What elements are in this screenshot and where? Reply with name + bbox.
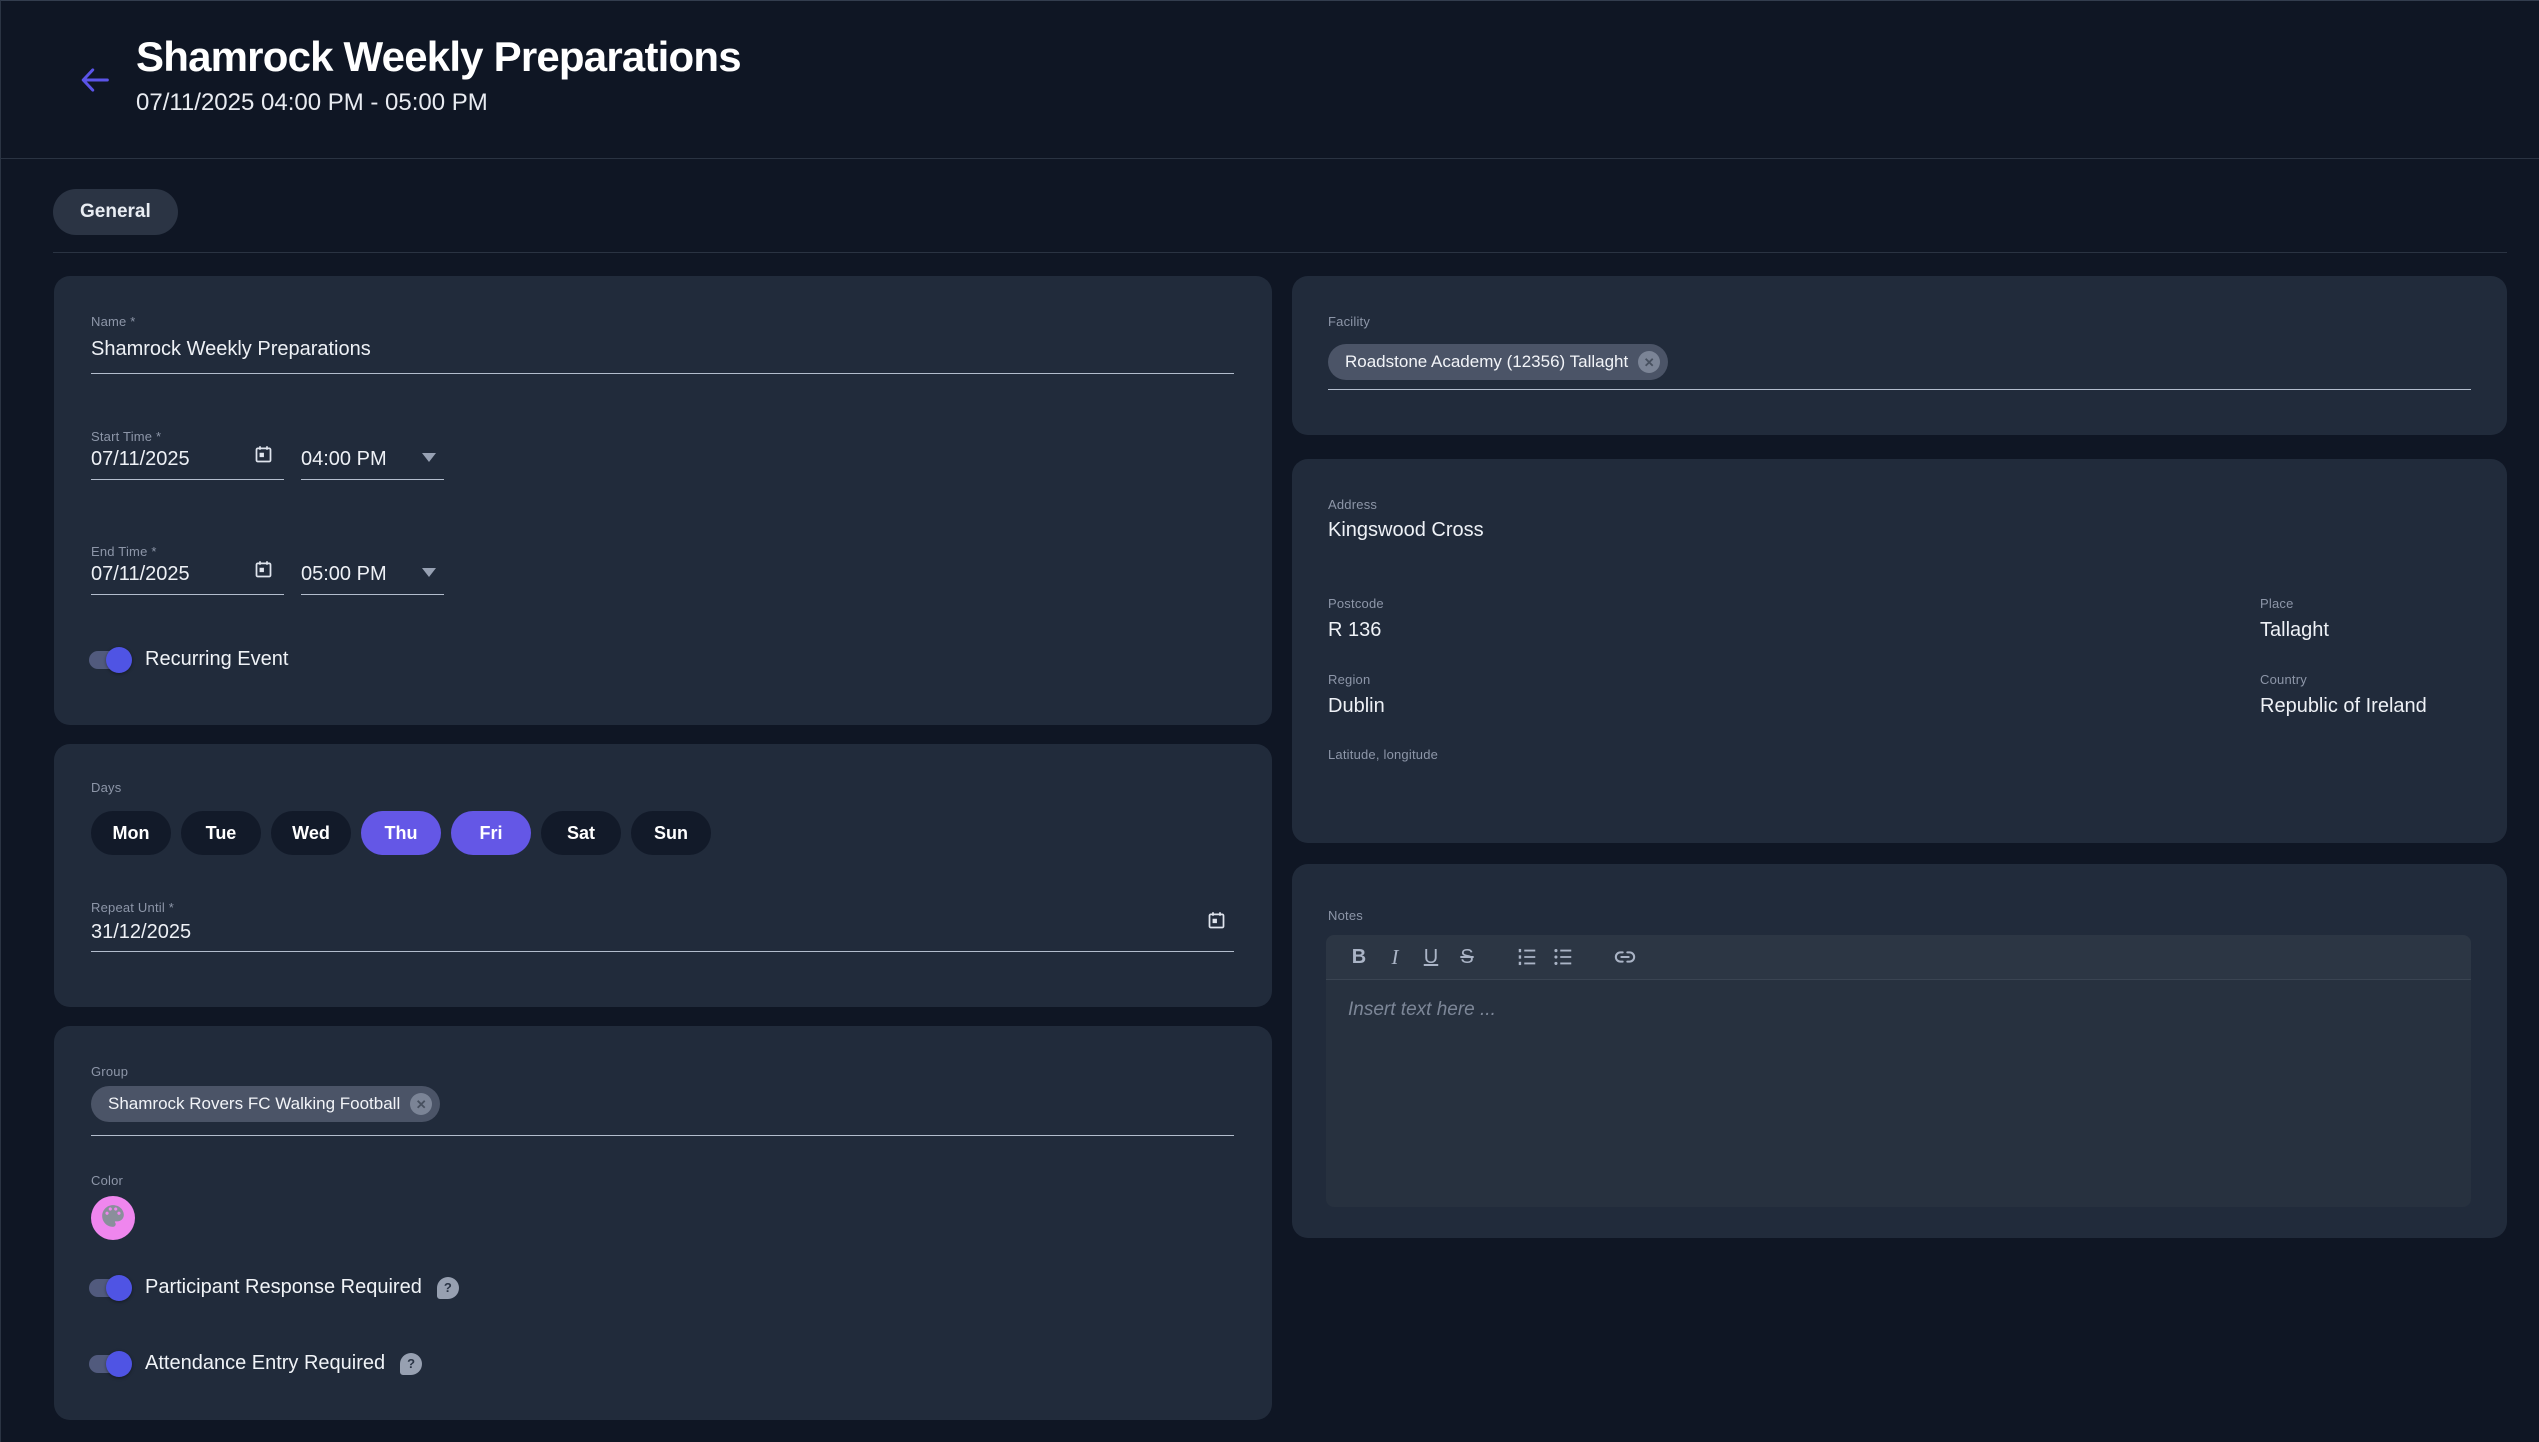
day-chip-thu[interactable]: Thu <box>361 811 441 855</box>
recurring-event-row: Recurring Event <box>89 648 288 671</box>
attendance-entry-label: Attendance Entry Required <box>145 1352 385 1375</box>
color-swatch[interactable] <box>91 1196 135 1240</box>
name-label: Name * <box>91 314 136 329</box>
region-label: Region <box>1328 672 1370 687</box>
day-chip-mon[interactable]: Mon <box>91 811 171 855</box>
general-card: Name * Shamrock Weekly Preparations Star… <box>54 276 1272 725</box>
days-card: Days Mon Tue Wed Thu Fri Sat Sun Repeat … <box>54 744 1272 1007</box>
chevron-down-icon[interactable] <box>422 568 436 577</box>
name-input[interactable]: Shamrock Weekly Preparations <box>91 338 371 361</box>
end-time-underline <box>301 594 444 595</box>
repeat-until-underline <box>91 951 1234 952</box>
latitude-longitude-label: Latitude, longitude <box>1328 747 1438 762</box>
days-label: Days <box>91 780 121 795</box>
days-row: Mon Tue Wed Thu Fri Sat Sun <box>91 811 711 855</box>
toggle-knob <box>106 647 132 673</box>
strikethrough-button[interactable]: S <box>1456 945 1478 969</box>
start-time-input[interactable]: 04:00 PM <box>301 448 387 471</box>
postcode-label: Postcode <box>1328 596 1384 611</box>
participant-response-row: Participant Response Required ? <box>89 1276 459 1299</box>
bold-button[interactable]: B <box>1348 945 1370 969</box>
header: Shamrock Weekly Preparations 07/11/2025 … <box>1 1 2539 159</box>
title-block: Shamrock Weekly Preparations 07/11/2025 … <box>136 31 741 118</box>
start-time-underline <box>301 479 444 480</box>
back-button[interactable] <box>73 59 117 103</box>
x-circle-icon[interactable]: ✕ <box>1638 351 1660 373</box>
divider <box>53 252 2507 253</box>
arrow-left-icon <box>77 86 113 101</box>
chevron-down-icon[interactable] <box>422 453 436 462</box>
country-label: Country <box>2260 672 2307 687</box>
link-icon[interactable] <box>1614 945 1636 969</box>
facility-label: Facility <box>1328 314 1370 329</box>
x-circle-icon[interactable]: ✕ <box>410 1093 432 1115</box>
attendance-entry-toggle[interactable] <box>89 1355 130 1373</box>
page-title: Shamrock Weekly Preparations <box>136 31 741 83</box>
bullet-list-icon[interactable] <box>1552 945 1574 969</box>
end-time-label: End Time * <box>91 544 157 559</box>
event-datetime: 07/11/2025 04:00 PM - 05:00 PM <box>136 88 741 118</box>
name-underline <box>91 373 1234 374</box>
notes-placeholder: Insert text here ... <box>1348 999 1496 1021</box>
recurring-event-toggle[interactable] <box>89 651 130 669</box>
day-chip-tue[interactable]: Tue <box>181 811 261 855</box>
calendar-icon[interactable] <box>253 559 274 580</box>
calendar-icon[interactable] <box>1206 910 1227 931</box>
postcode-value: R 136 <box>1328 619 1381 642</box>
group-underline <box>91 1135 1234 1136</box>
end-date-input[interactable]: 07/11/2025 <box>91 563 190 586</box>
attendance-entry-row: Attendance Entry Required ? <box>89 1352 422 1375</box>
ordered-list-icon[interactable] <box>1516 945 1538 969</box>
start-time-label: Start Time * <box>91 429 161 444</box>
calendar-icon[interactable] <box>253 444 274 465</box>
facility-chip[interactable]: Roadstone Academy (12356) Tallaght ✕ <box>1328 344 1668 380</box>
day-chip-sat[interactable]: Sat <box>541 811 621 855</box>
region-value: Dublin <box>1328 695 1385 718</box>
toggle-knob <box>106 1351 132 1377</box>
underline-button[interactable]: U <box>1420 945 1442 969</box>
day-chip-wed[interactable]: Wed <box>271 811 351 855</box>
day-chip-sun[interactable]: Sun <box>631 811 711 855</box>
color-label: Color <box>91 1173 123 1188</box>
notes-editor[interactable]: B I U S <box>1326 935 2471 1207</box>
address-card: Address Kingswood Cross Postcode R 136 P… <box>1292 459 2507 843</box>
group-chip[interactable]: Shamrock Rovers FC Walking Football ✕ <box>91 1086 440 1122</box>
recurring-event-label: Recurring Event <box>145 648 288 671</box>
help-icon[interactable]: ? <box>400 1353 422 1375</box>
place-value: Tallaght <box>2260 619 2329 642</box>
notes-card: Notes B I U S <box>1292 864 2507 1238</box>
italic-button[interactable]: I <box>1384 945 1406 969</box>
day-chip-fri[interactable]: Fri <box>451 811 531 855</box>
group-card: Group Shamrock Rovers FC Walking Footbal… <box>54 1026 1272 1420</box>
toggle-knob <box>106 1275 132 1301</box>
facility-underline <box>1328 389 2471 390</box>
participant-response-toggle[interactable] <box>89 1279 130 1297</box>
group-label: Group <box>91 1064 128 1079</box>
group-chip-label: Shamrock Rovers FC Walking Football <box>108 1094 400 1114</box>
address-value: Kingswood Cross <box>1328 519 1484 542</box>
repeat-until-input[interactable]: 31/12/2025 <box>91 921 191 944</box>
event-details-page: Shamrock Weekly Preparations 07/11/2025 … <box>0 0 2539 1442</box>
end-time-input[interactable]: 05:00 PM <box>301 563 387 586</box>
facility-card: Facility Roadstone Academy (12356) Talla… <box>1292 276 2507 435</box>
place-label: Place <box>2260 596 2294 611</box>
palette-icon <box>100 1203 126 1234</box>
start-date-input[interactable]: 07/11/2025 <box>91 448 190 471</box>
end-date-underline <box>91 594 284 595</box>
country-value: Republic of Ireland <box>2260 695 2427 718</box>
participant-response-label: Participant Response Required <box>145 1276 422 1299</box>
notes-label: Notes <box>1328 908 1363 923</box>
notes-toolbar: B I U S <box>1326 935 2471 980</box>
address-label: Address <box>1328 497 1377 512</box>
tab-general[interactable]: General <box>53 189 178 235</box>
facility-chip-label: Roadstone Academy (12356) Tallaght <box>1345 352 1628 372</box>
help-icon[interactable]: ? <box>437 1277 459 1299</box>
start-date-underline <box>91 479 284 480</box>
repeat-until-label: Repeat Until * <box>91 900 174 915</box>
